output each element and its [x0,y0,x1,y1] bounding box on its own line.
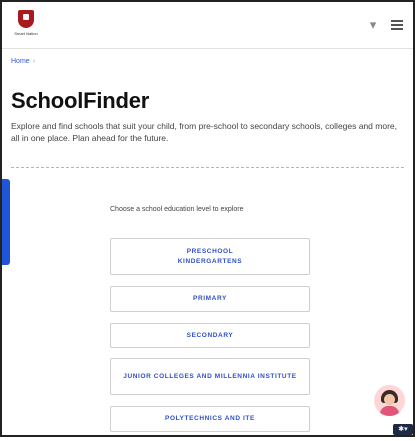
finder-prompt: Choose a school education level to explo… [110,206,244,213]
section-divider [11,167,404,168]
breadcrumb-separator: › [32,58,36,65]
crest-icon [18,10,34,28]
page-title: SchoolFinder [11,88,150,113]
feedback-side-tab[interactable] [2,179,10,265]
breadcrumb-home-link[interactable]: Home [11,58,30,65]
page-description: Explore and find schools that suit your … [11,121,398,143]
menu-icon[interactable] [389,17,405,33]
search-icon[interactable]: ▾ [365,17,381,33]
option-polytechnics-button[interactable]: POLYTECHNICS AND ITE [110,406,310,432]
breadcrumb: Home › [11,58,35,65]
option-label: PRESCHOOL KINDERGARTENS [177,247,243,265]
top-navigation-bar: Smart Nation ▾ [2,2,413,49]
assistant-avatar-icon[interactable] [374,385,405,416]
option-preschool-button[interactable]: PRESCHOOL KINDERGARTENS [110,238,310,275]
logo-text: Smart Nation [14,31,38,36]
assistant-face [384,394,395,405]
menu-bars [391,20,403,30]
option-label: JUNIOR COLLEGES AND MILLENNIA INSTITUTE [123,372,297,380]
assistant-body [380,406,399,416]
option-label: SECONDARY [186,331,234,339]
site-logo[interactable]: Smart Nation [11,10,41,40]
option-junior-colleges-button[interactable]: JUNIOR COLLEGES AND MILLENNIA INSTITUTE [110,358,310,395]
chat-badge-icon[interactable]: ✱▾ [393,424,413,435]
option-label: PRIMARY [193,295,227,302]
browser-frame: Smart Nation ▾ Home › SchoolFinder Explor… [0,0,415,437]
option-label: POLYTECHNICS AND ITE [165,415,255,422]
option-secondary-button[interactable]: SECONDARY [110,323,310,348]
option-primary-button[interactable]: PRIMARY [110,286,310,312]
